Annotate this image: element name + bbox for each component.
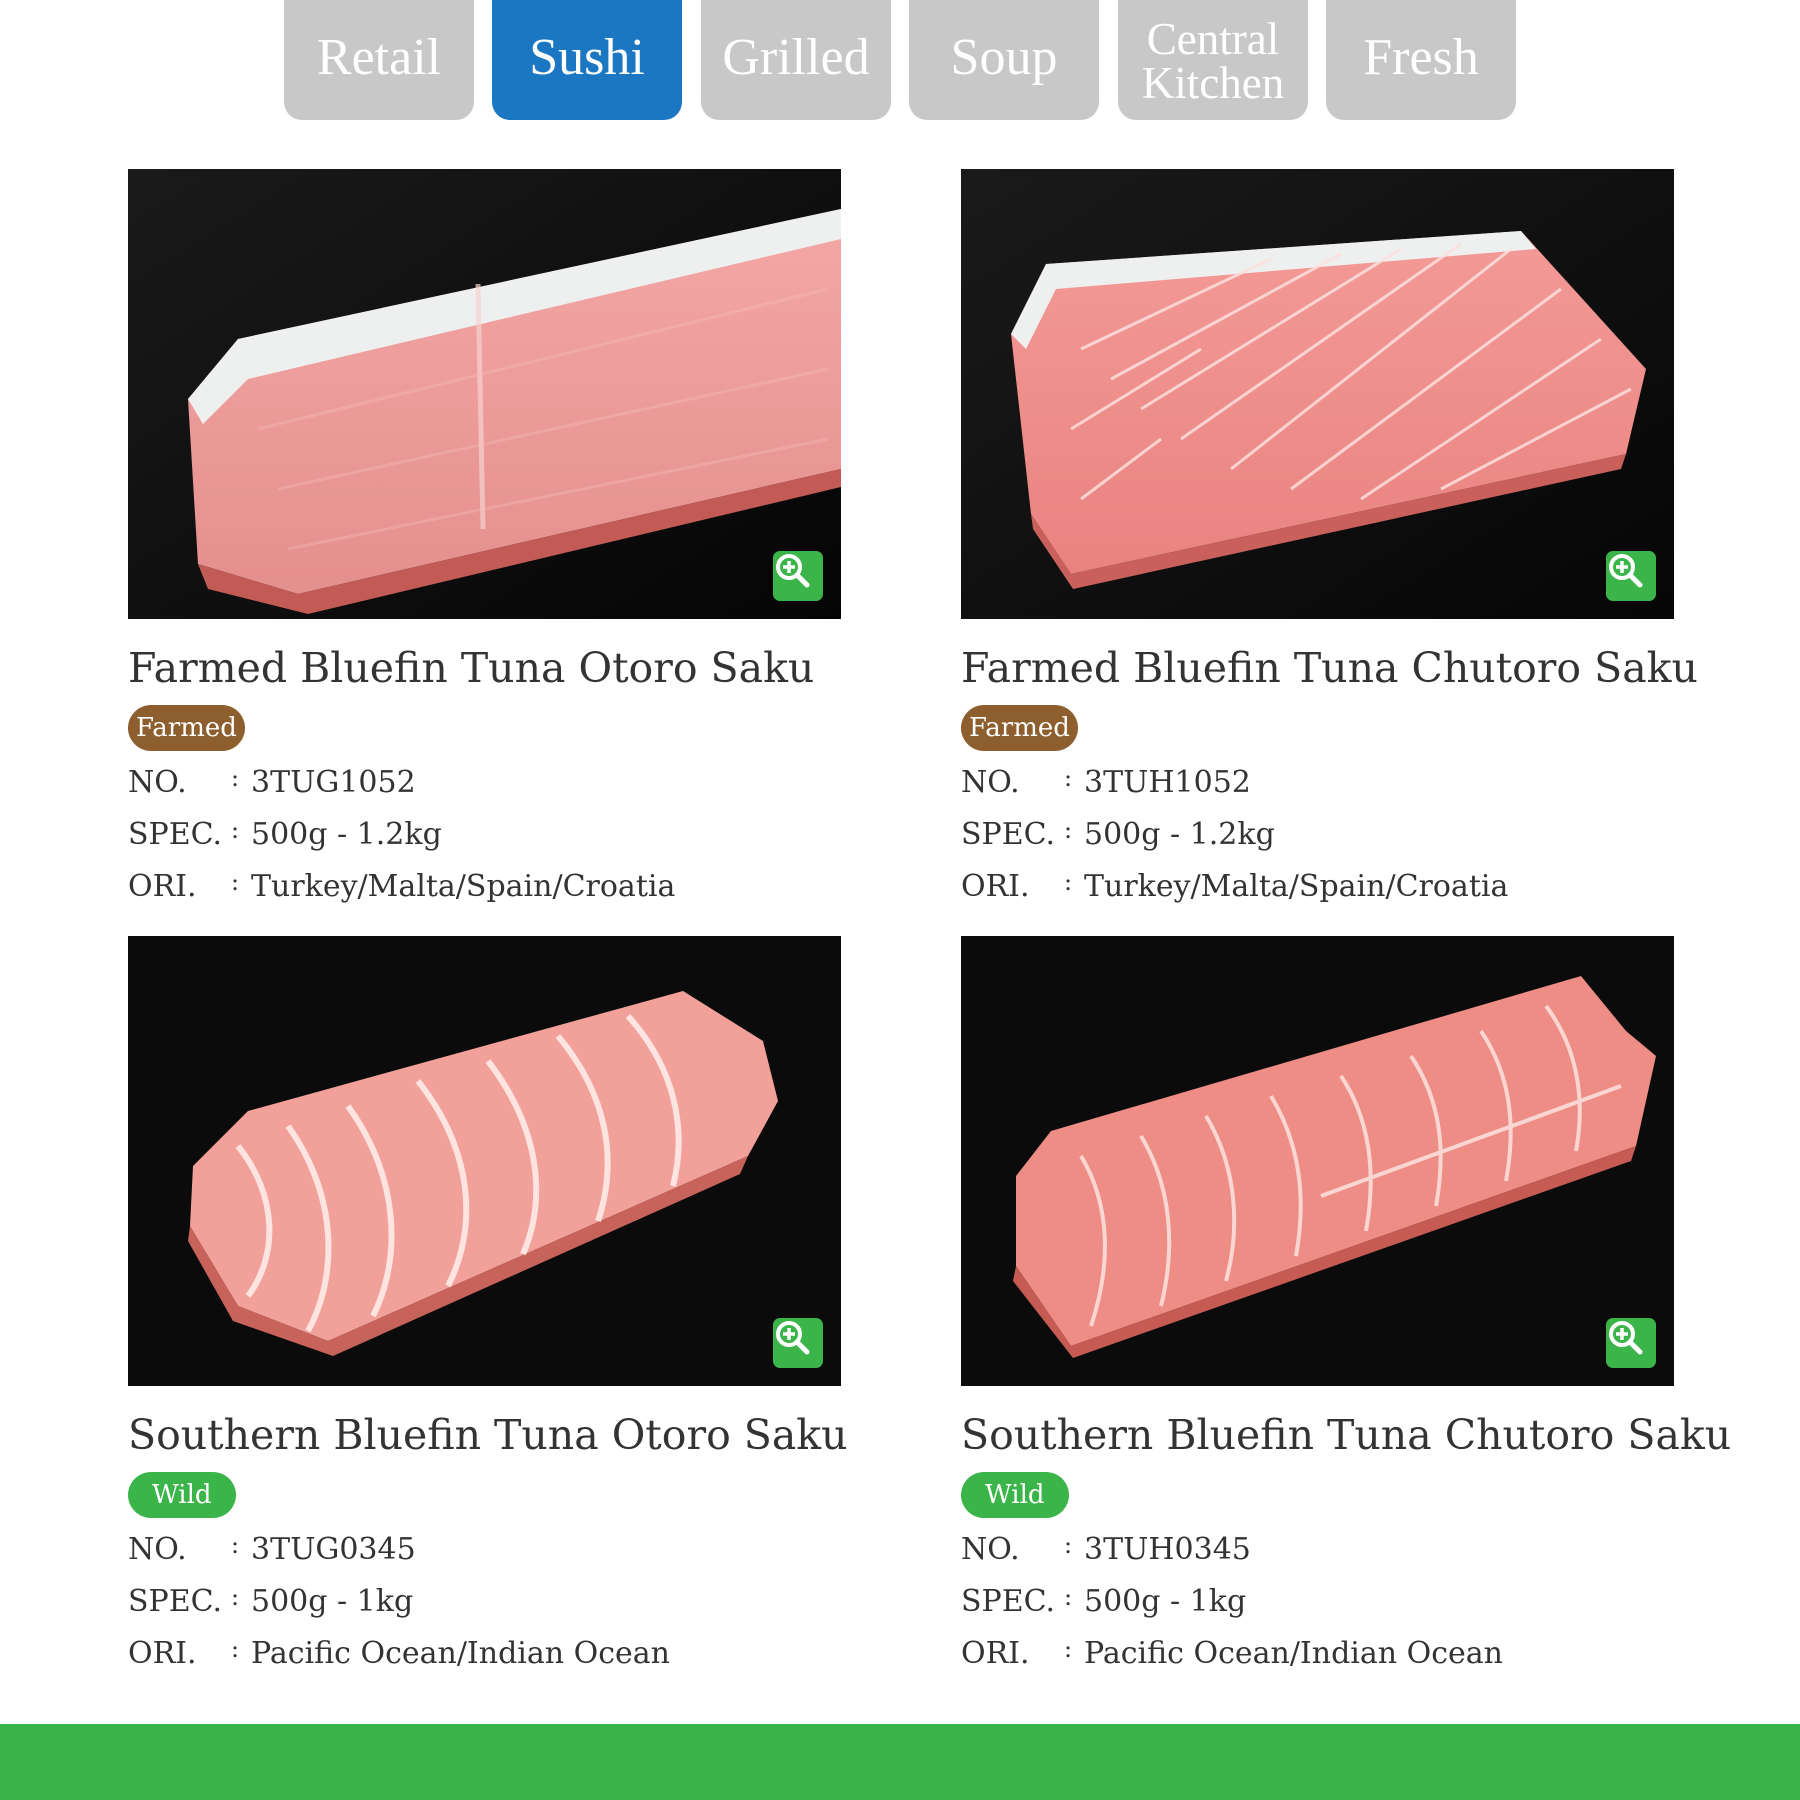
product-photo[interactable] xyxy=(128,936,841,1386)
spec-key: NO. xyxy=(961,765,1020,800)
product-photo[interactable] xyxy=(128,169,841,619)
spec-value: 3TUG1052 xyxy=(251,765,416,800)
tab-label: Sushi xyxy=(529,29,645,87)
spec-row-origin: ORI.: Turkey/Malta/Spain/Croatia xyxy=(961,868,1674,921)
source-badge: Farmed xyxy=(961,705,1078,751)
spec-value: 500g - 1.2kg xyxy=(1084,817,1275,852)
spec-value: 3TUH0345 xyxy=(1084,1532,1251,1567)
product-title[interactable]: Southern Bluefin Tuna Otoro Saku xyxy=(128,1410,848,1460)
product-specs: NO.:3TUH1052 SPEC.:500g - 1.2kg ORI.: Tur… xyxy=(961,764,1674,921)
footer-bar xyxy=(0,1724,1800,1800)
spec-value: 3TUH1052 xyxy=(1084,765,1251,800)
spec-row-spec: SPEC.:500g - 1kg xyxy=(128,1583,841,1636)
product-photo[interactable] xyxy=(961,169,1674,619)
zoom-in-icon xyxy=(776,554,810,588)
product-card: Southern Bluefin Tuna Chutoro Saku Wild … xyxy=(961,936,1731,1688)
tab-label: Soup xyxy=(950,29,1058,87)
tab-grilled[interactable]: Grilled xyxy=(701,0,891,120)
tab-label: Grilled xyxy=(722,29,870,87)
tab-central-kitchen[interactable]: Central Kitchen xyxy=(1118,0,1308,120)
product-title[interactable]: Farmed Bluefin Tuna Chutoro Saku xyxy=(961,643,1698,693)
source-badge: Farmed xyxy=(128,705,245,751)
tab-retail[interactable]: Retail xyxy=(284,0,474,120)
zoom-in-icon xyxy=(776,1321,810,1355)
spec-separator: : xyxy=(231,816,240,844)
tab-sushi[interactable]: Sushi xyxy=(492,0,682,120)
spec-separator: : xyxy=(1064,1583,1073,1611)
spec-row-origin: ORI.: Turkey/Malta/Spain/Croatia xyxy=(128,868,841,921)
spec-key: ORI. xyxy=(961,1636,1030,1671)
zoom-button[interactable] xyxy=(773,1318,823,1368)
spec-separator: : xyxy=(1064,764,1073,792)
product-photo[interactable] xyxy=(961,936,1674,1386)
product-title[interactable]: Southern Bluefin Tuna Chutoro Saku xyxy=(961,1410,1731,1460)
spec-separator: : xyxy=(231,764,240,792)
spec-key: SPEC. xyxy=(961,1584,1056,1619)
product-specs: NO.:3TUH0345 SPEC.:500g - 1kg ORI.: Pacif… xyxy=(961,1531,1674,1688)
spec-row-no: NO.:3TUG0345 xyxy=(128,1531,841,1584)
tab-label: Retail xyxy=(316,29,442,87)
spec-key: ORI. xyxy=(961,869,1030,904)
spec-key: ORI. xyxy=(128,869,197,904)
spec-row-origin: ORI.: Pacific Ocean/Indian Ocean xyxy=(128,1635,841,1688)
spec-value: Pacific Ocean/Indian Ocean xyxy=(1084,1636,1504,1671)
spec-row-spec: SPEC.:500g - 1.2kg xyxy=(961,816,1674,869)
spec-value: Turkey/Malta/Spain/Croatia xyxy=(1084,869,1509,904)
spec-row-no: NO.:3TUG1052 xyxy=(128,764,841,817)
product-title[interactable]: Farmed Bluefin Tuna Otoro Saku xyxy=(128,643,841,693)
zoom-in-icon xyxy=(1609,1321,1643,1355)
product-card: Farmed Bluefin Tuna Otoro Saku Farmed NO… xyxy=(128,169,841,921)
tab-label: Central Kitchen xyxy=(1141,13,1285,108)
category-tabs: Retail Sushi Grilled Soup Central Kitche… xyxy=(0,0,1800,120)
spec-separator: : xyxy=(231,1531,240,1559)
spec-row-spec: SPEC.:500g - 1.2kg xyxy=(128,816,841,869)
spec-separator: : xyxy=(1064,1635,1073,1663)
spec-row-no: NO.:3TUH1052 xyxy=(961,764,1674,817)
spec-separator: : xyxy=(231,868,240,896)
spec-separator: : xyxy=(231,1583,240,1611)
spec-separator: : xyxy=(1064,816,1073,844)
source-badge: Wild xyxy=(128,1472,236,1518)
tab-fresh[interactable]: Fresh xyxy=(1326,0,1516,120)
spec-value: 3TUG0345 xyxy=(251,1532,416,1567)
zoom-button[interactable] xyxy=(773,551,823,601)
spec-key: ORI. xyxy=(128,1636,197,1671)
source-badge: Wild xyxy=(961,1472,1069,1518)
product-specs: NO.:3TUG0345 SPEC.:500g - 1kg ORI.: Pacif… xyxy=(128,1531,841,1688)
spec-value: 500g - 1kg xyxy=(1084,1584,1247,1619)
spec-key: NO. xyxy=(128,1532,187,1567)
spec-separator: : xyxy=(1064,1531,1073,1559)
spec-value: Turkey/Malta/Spain/Croatia xyxy=(251,869,676,904)
spec-row-spec: SPEC.:500g - 1kg xyxy=(961,1583,1674,1636)
spec-value: 500g - 1.2kg xyxy=(251,817,442,852)
spec-separator: : xyxy=(231,1635,240,1663)
spec-value: 500g - 1kg xyxy=(251,1584,414,1619)
spec-key: NO. xyxy=(128,765,187,800)
zoom-in-icon xyxy=(1609,554,1643,588)
zoom-button[interactable] xyxy=(1606,1318,1656,1368)
spec-key: SPEC. xyxy=(128,1584,223,1619)
tab-soup[interactable]: Soup xyxy=(909,0,1099,120)
product-card: Farmed Bluefin Tuna Chutoro Saku Farmed … xyxy=(961,169,1698,921)
spec-key: SPEC. xyxy=(128,817,223,852)
spec-key: SPEC. xyxy=(961,817,1056,852)
zoom-button[interactable] xyxy=(1606,551,1656,601)
spec-value: Pacific Ocean/Indian Ocean xyxy=(251,1636,671,1671)
product-card: Southern Bluefin Tuna Otoro Saku Wild NO… xyxy=(128,936,848,1688)
spec-key: NO. xyxy=(961,1532,1020,1567)
spec-row-origin: ORI.: Pacific Ocean/Indian Ocean xyxy=(961,1635,1674,1688)
tab-label: Fresh xyxy=(1363,29,1479,87)
spec-row-no: NO.:3TUH0345 xyxy=(961,1531,1674,1584)
spec-separator: : xyxy=(1064,868,1073,896)
product-specs: NO.:3TUG1052 SPEC.:500g - 1.2kg ORI.: Tur… xyxy=(128,764,841,921)
